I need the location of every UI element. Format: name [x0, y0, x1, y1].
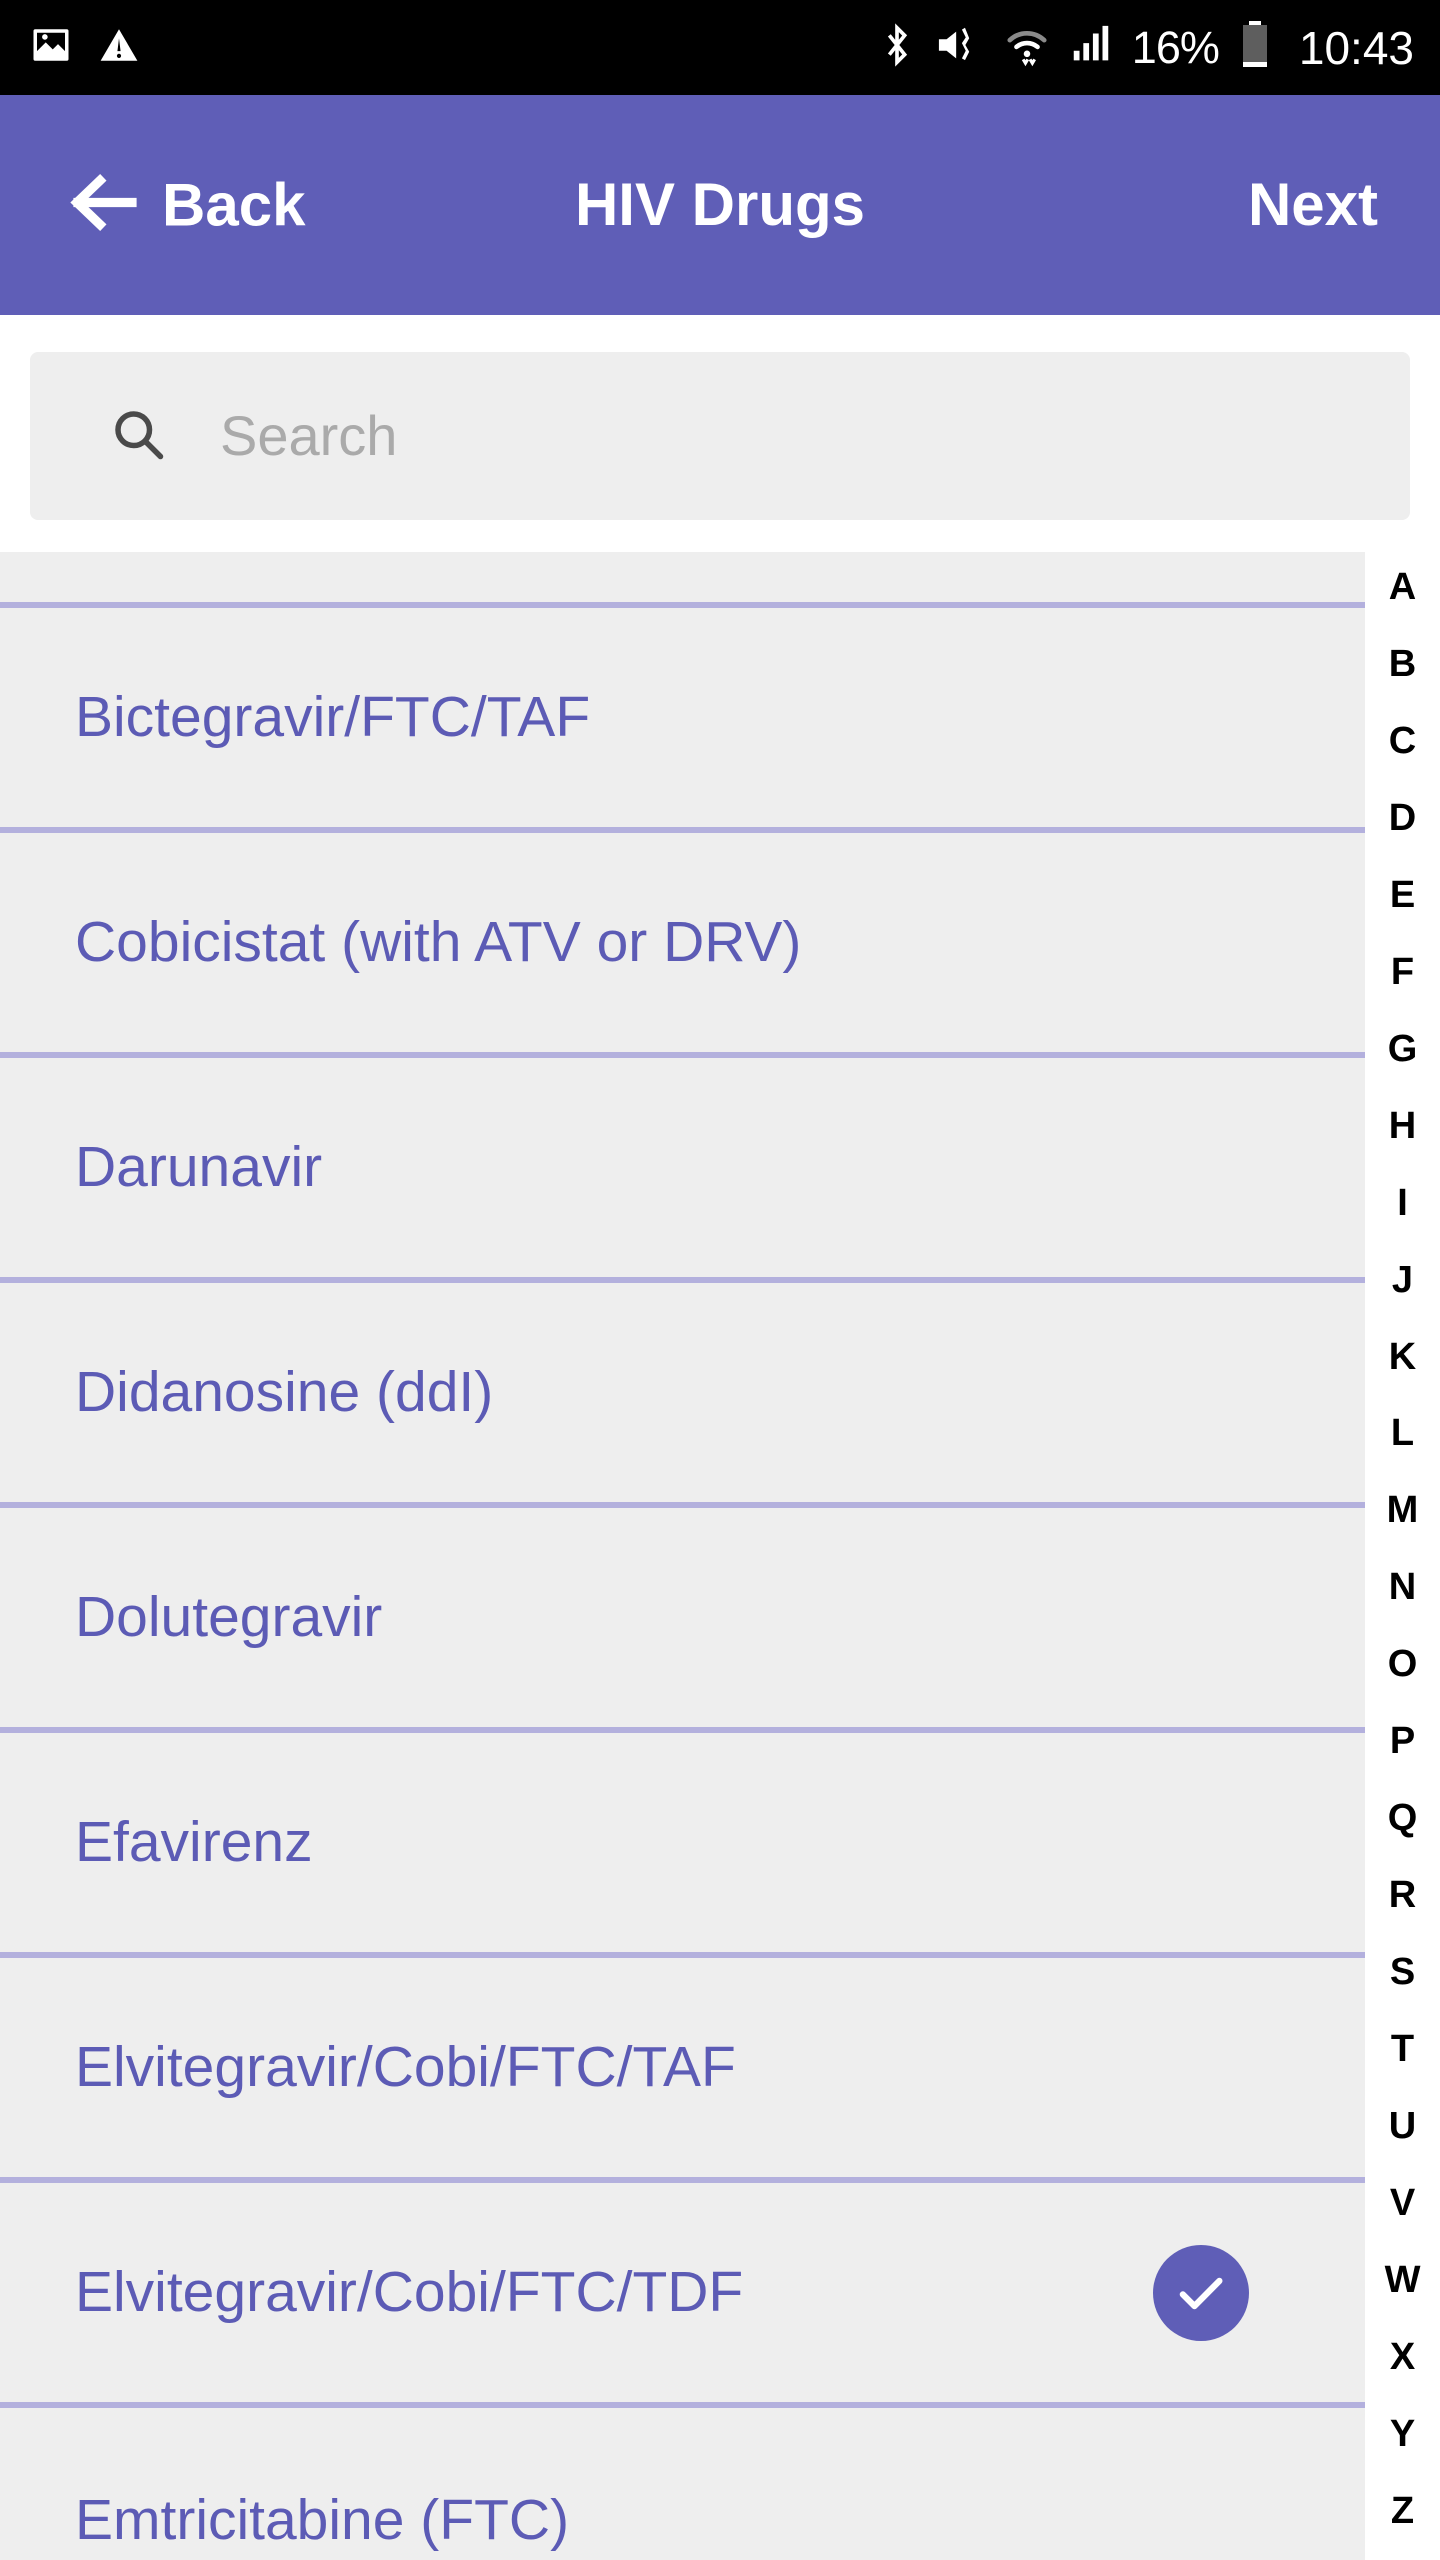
index-letter-w[interactable]: W: [1385, 2261, 1421, 2299]
index-letter-m[interactable]: M: [1387, 1491, 1419, 1529]
table-row[interactable]: Emtricitabine (FTC): [0, 2408, 1365, 2560]
index-letter-t[interactable]: T: [1391, 2030, 1414, 2068]
table-row[interactable]: Didanosine (ddI): [0, 1283, 1365, 1508]
index-letter-b[interactable]: B: [1389, 645, 1416, 683]
table-row-label: Didanosine (ddI): [75, 1360, 494, 1424]
table-row[interactable]: Bictegravir/FTC/TAF: [0, 608, 1365, 833]
status-bar-right-icons: 16% 10:43: [878, 19, 1414, 76]
bluetooth-icon: [878, 22, 916, 73]
index-letter-l[interactable]: L: [1391, 1414, 1414, 1452]
check-icon: [1179, 2277, 1223, 2309]
index-letter-k[interactable]: K: [1389, 1338, 1416, 1376]
back-button-label: Back: [162, 171, 306, 238]
table-row-label: Dolutegravir: [75, 1585, 383, 1649]
selected-status-badge[interactable]: [1153, 2244, 1249, 2341]
index-letter-p[interactable]: P: [1390, 1722, 1415, 1760]
index-letter-u[interactable]: U: [1389, 2107, 1416, 2145]
cellular-signal-icon: [1068, 22, 1114, 73]
index-letter-d[interactable]: D: [1389, 799, 1416, 837]
index-letter-h[interactable]: H: [1389, 1107, 1416, 1145]
index-letter-y[interactable]: Y: [1390, 2415, 1415, 2453]
battery-percent-label: 16%: [1131, 22, 1220, 73]
index-letter-c[interactable]: C: [1389, 722, 1416, 760]
index-letter-r[interactable]: R: [1389, 1876, 1416, 1914]
index-letter-z[interactable]: Z: [1391, 2492, 1414, 2530]
table-row[interactable]: Elvitegravir/Cobi/FTC/TAF: [0, 1958, 1365, 2183]
table-row-label: Darunavir: [75, 1135, 323, 1199]
search-area: Search: [0, 315, 1440, 552]
wifi-icon: [1004, 22, 1050, 73]
image-icon: [30, 24, 72, 71]
table-row-label: Cobicistat (with ATV or DRV): [75, 910, 802, 974]
index-letter-q[interactable]: Q: [1388, 1799, 1418, 1837]
table-row-partial[interactable]: [0, 552, 1365, 608]
table-row-label: Emtricitabine (FTC): [75, 2488, 570, 2552]
index-letter-o[interactable]: O: [1388, 1645, 1418, 1683]
index-letter-x[interactable]: X: [1390, 2338, 1415, 2376]
index-letter-f[interactable]: F: [1391, 953, 1414, 991]
back-button[interactable]: Back: [68, 172, 305, 239]
index-letter-s[interactable]: S: [1390, 1953, 1415, 1991]
index-letter-j[interactable]: J: [1392, 1261, 1413, 1299]
table-row-label: Elvitegravir/Cobi/FTC/TAF: [75, 2035, 736, 2099]
table-row-label: Bictegravir/FTC/TAF: [75, 685, 591, 749]
status-bar: 16% 10:43: [0, 0, 1440, 95]
search-input[interactable]: Search: [30, 352, 1410, 520]
next-button[interactable]: Next: [1248, 175, 1378, 235]
mute-vibrate-icon: [934, 22, 986, 73]
arrow-left-icon: [68, 172, 140, 239]
table-row-label: Elvitegravir/Cobi/FTC/TDF: [75, 2260, 744, 2324]
clock-label: 10:43: [1298, 21, 1414, 74]
table-row[interactable]: Elvitegravir/Cobi/FTC/TDF: [0, 2183, 1365, 2408]
app-bar: Back HIV Drugs Next: [0, 95, 1440, 315]
table-row[interactable]: Cobicistat (with ATV or DRV): [0, 833, 1365, 1058]
index-letter-e[interactable]: E: [1390, 876, 1415, 914]
status-bar-left-icons: [30, 24, 140, 71]
index-letter-v[interactable]: V: [1390, 2184, 1415, 2222]
index-letter-i[interactable]: I: [1397, 1184, 1408, 1222]
table-row[interactable]: Darunavir: [0, 1058, 1365, 1283]
battery-icon: [1239, 19, 1271, 76]
search-placeholder: Search: [220, 404, 398, 467]
phone-screen: 16% 10:43 Back HIV Drugs Next Search Bic…: [0, 0, 1440, 2560]
table-row[interactable]: Efavirenz: [0, 1733, 1365, 1958]
table-row-label: Efavirenz: [75, 1810, 313, 1874]
index-letter-g[interactable]: G: [1388, 1030, 1418, 1068]
index-letter-a[interactable]: A: [1389, 568, 1416, 606]
page-title: HIV Drugs: [574, 171, 866, 238]
search-icon: [108, 404, 168, 469]
drug-list[interactable]: Bictegravir/FTC/TAF Cobicistat (with ATV …: [0, 552, 1365, 2560]
alphabet-index-bar[interactable]: A B C D E F G H I J KL M N O P Q R S T U V W X Y Z: [1365, 552, 1440, 2560]
index-letter-n[interactable]: N: [1389, 1568, 1416, 1606]
table-row[interactable]: Dolutegravir: [0, 1508, 1365, 1733]
warning-icon: [98, 24, 140, 71]
